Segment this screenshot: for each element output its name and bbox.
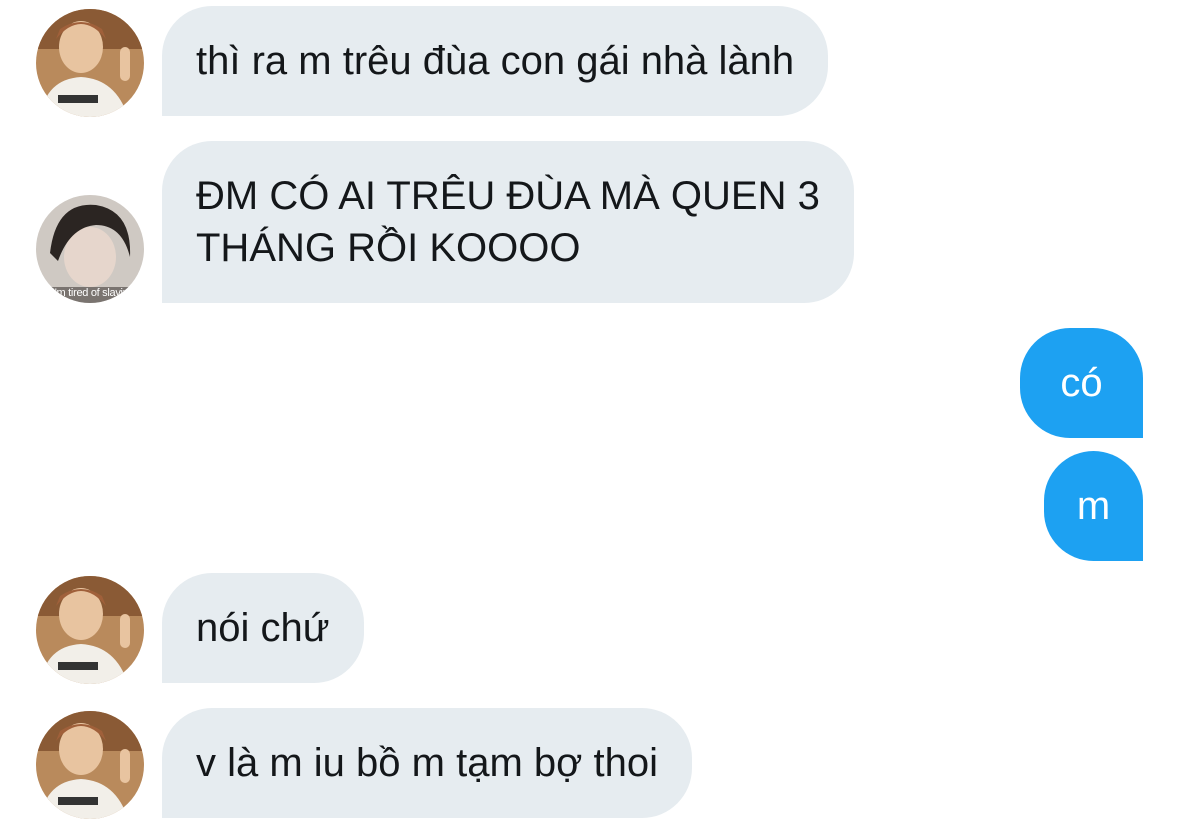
incoming-message-bubble[interactable]: ĐM CÓ AI TRÊU ĐÙA MÀ QUEN 3 THÁNG RỒI KO… xyxy=(162,141,854,303)
sender-avatar[interactable] xyxy=(36,711,144,819)
person-photo-icon xyxy=(36,9,144,117)
outgoing-message-bubble[interactable]: m xyxy=(1044,451,1143,561)
incoming-message-bubble[interactable]: nói chứ xyxy=(162,573,364,683)
sender-avatar[interactable] xyxy=(36,576,144,684)
avatar-caption: I'm tired of slaving xyxy=(52,287,135,299)
outgoing-message-bubble[interactable]: có xyxy=(1020,328,1143,438)
sender-avatar[interactable] xyxy=(36,9,144,117)
sender-avatar[interactable]: I'm tired of slaving xyxy=(36,195,144,303)
person-photo-icon xyxy=(36,711,144,819)
person-photo-icon xyxy=(36,576,144,684)
incoming-message-bubble[interactable]: thì ra m trêu đùa con gái nhà lành xyxy=(162,6,829,116)
incoming-message-bubble[interactable]: v là m iu bồ m tạm bợ thoi xyxy=(162,708,692,818)
